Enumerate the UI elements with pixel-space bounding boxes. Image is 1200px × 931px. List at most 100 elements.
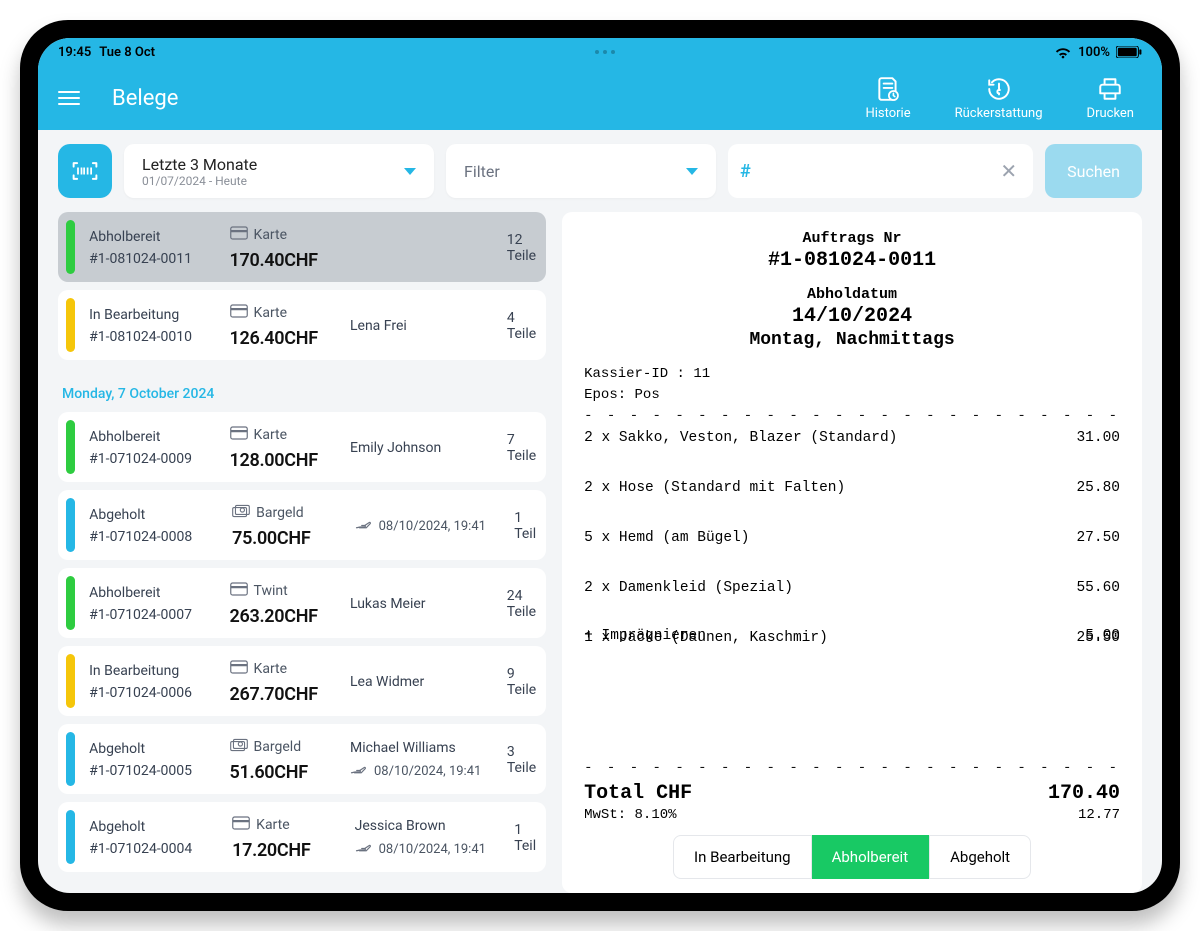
order-status: Abgeholt (89, 741, 205, 757)
date-range-label: Letzte 3 Monate (142, 155, 257, 174)
receipt-order-id: #1-081024-0011 (584, 249, 1120, 272)
card-icon (230, 660, 248, 678)
status-stripe (66, 810, 75, 864)
status-left: 19:45 Tue 8 Oct (58, 45, 155, 60)
receipt-line-price: 27.50 (1076, 530, 1120, 546)
pieces-count: 7 Teile (507, 432, 536, 464)
payment-method: Karte (230, 226, 326, 244)
order-id: #1-071024-0007 (89, 607, 205, 623)
receipt-status-buttons: In Bearbeitung Abholbereit Abgeholt (584, 835, 1120, 879)
status-btn-picked-up[interactable]: Abgeholt (929, 835, 1031, 879)
filter-label: Filter (464, 162, 500, 181)
status-stripe (66, 576, 75, 630)
barcode-scan-button[interactable] (58, 144, 112, 198)
hand-icon (355, 517, 373, 535)
customer-name: Lena Frei (350, 318, 483, 334)
customer-name: Emily Johnson (350, 440, 483, 456)
refund-label: Rückerstattung (955, 106, 1043, 121)
print-button[interactable]: Drucken (1087, 76, 1134, 121)
history-label: Historie (865, 106, 910, 121)
order-id: #1-071024-0004 (89, 841, 208, 857)
wifi-icon (1054, 45, 1072, 59)
order-status: Abgeholt (89, 507, 208, 523)
order-amount: 128.00CHF (230, 450, 326, 471)
order-id: #1-071024-0009 (89, 451, 205, 467)
status-stripe (66, 220, 75, 274)
clear-search-button[interactable]: ✕ (996, 159, 1021, 183)
screen: 19:45 Tue 8 Oct 100% Belege (38, 38, 1162, 893)
status-center (155, 50, 1054, 54)
main-area: Abholbereit#1-081024-0011Karte170.40CHF1… (38, 212, 1162, 893)
chevron-down-icon (686, 168, 698, 175)
customer-name: Jessica Brown (355, 818, 491, 834)
receipt-line-desc: 2 x Hose (Standard mit Falten) (584, 480, 845, 496)
status-stripe (66, 654, 75, 708)
receipt-pickup-slot: Montag, Nachmittags (584, 330, 1120, 350)
receipt-vat-value: 12.77 (1078, 807, 1120, 823)
receipt-pickup-label: Abholdatum (584, 286, 1120, 303)
order-id: #1-071024-0006 (89, 685, 205, 701)
receipt-line: 2 x Hose (Standard mit Falten)25.80 (584, 476, 1120, 500)
order-row[interactable]: Abgeholt#1-071024-0008Bargeld75.00CHF08/… (58, 490, 546, 560)
receipt-line-desc: 5 x Hemd (am Bügel) (584, 530, 749, 546)
receipt-order-label: Auftrags Nr (584, 230, 1120, 247)
order-status: Abholbereit (89, 229, 205, 245)
order-row[interactable]: Abholbereit#1-081024-0011Karte170.40CHF1… (58, 212, 546, 282)
filter-select[interactable]: Filter (446, 144, 716, 198)
receipt-lines: 2 x Sakko, Veston, Blazer (Standard)31.0… (584, 426, 1120, 758)
order-status: In Bearbeitung (89, 663, 205, 679)
card-icon (232, 816, 250, 834)
order-row[interactable]: Abgeholt#1-071024-0005Bargeld51.60CHFMic… (58, 724, 546, 794)
order-status: Abholbereit (89, 585, 205, 601)
print-label: Drucken (1087, 106, 1134, 121)
payment-method: Twint (230, 582, 326, 600)
pieces-count: 3 Teile (507, 744, 536, 776)
receipt-pickup-date: 14/10/2024 (584, 305, 1120, 328)
date-range-select[interactable]: Letzte 3 Monate 01/07/2024 - Heute (124, 144, 434, 198)
receipt-cashier: Kassier-ID : 11 (584, 364, 1120, 385)
customer-name: Lukas Meier (350, 596, 483, 612)
order-list[interactable]: Abholbereit#1-081024-0011Karte170.40CHF1… (58, 212, 546, 893)
order-status: Abgeholt (89, 819, 208, 835)
receipt-line-price: 55.60 (1076, 580, 1120, 596)
menu-button[interactable] (58, 91, 90, 105)
receipt-divider: - - - - - - - - - - - - - - - - - - - - … (584, 758, 1120, 778)
payment-method: Karte (230, 426, 326, 444)
order-row[interactable]: Abholbereit#1-071024-0007Twint263.20CHFL… (58, 568, 546, 638)
refund-button[interactable]: Rückerstattung (955, 76, 1043, 121)
order-row[interactable]: Abgeholt #1-071024-0004 Karte 17.20CHF Jessi… (58, 802, 546, 872)
payment-method: Karte (232, 816, 330, 834)
receipt-line-desc: + Imprägnieren (584, 628, 706, 644)
status-bar: 19:45 Tue 8 Oct 100% (38, 38, 1162, 66)
history-button[interactable]: Historie (865, 76, 910, 121)
receipt-line-price: 31.00 (1076, 430, 1120, 446)
order-amount: 17.20CHF (232, 840, 330, 861)
search-input[interactable] (759, 162, 989, 180)
pickup-timestamp: 08/10/2024, 19:41 (350, 762, 483, 780)
order-row[interactable]: Abholbereit #1-071024-0009 Karte 128.00CHF E… (58, 412, 546, 482)
order-id: #1-071024-0008 (89, 529, 208, 545)
order-row[interactable]: In Bearbeitung#1-081024-0010Karte126.40C… (58, 290, 546, 360)
search-button[interactable]: Suchen (1045, 144, 1142, 198)
hand-icon (355, 840, 373, 858)
order-amount: 267.70CHF (230, 684, 326, 705)
status-btn-in-progress[interactable]: In Bearbeitung (673, 835, 812, 879)
status-btn-ready[interactable]: Abholbereit (812, 835, 930, 879)
cash-icon (230, 738, 248, 756)
payment-method: Bargeld (232, 504, 330, 522)
pieces-count: 1 Teil (514, 822, 536, 854)
status-stripe (66, 298, 75, 352)
pieces-count: 24 Teile (507, 588, 536, 620)
receipt-line-price: 5.00 (1085, 628, 1120, 644)
order-amount: 51.60CHF (230, 762, 326, 783)
order-status: Abholbereit (89, 429, 205, 445)
receipt-line: 2 x Sakko, Veston, Blazer (Standard)31.0… (584, 426, 1120, 450)
card-icon (230, 426, 248, 444)
status-right: 100% (1054, 45, 1142, 60)
date-section-header: Monday, 7 October 2024 (58, 368, 546, 412)
app-header: Belege Historie Rückerstattung Drucken (38, 66, 1162, 130)
pieces-count: 1 Teil (514, 510, 536, 542)
receipt-panel: Auftrags Nr #1-081024-0011 Abholdatum 14… (562, 212, 1142, 893)
order-row[interactable]: In Bearbeitung#1-071024-0006Karte267.70C… (58, 646, 546, 716)
status-stripe (66, 498, 75, 552)
